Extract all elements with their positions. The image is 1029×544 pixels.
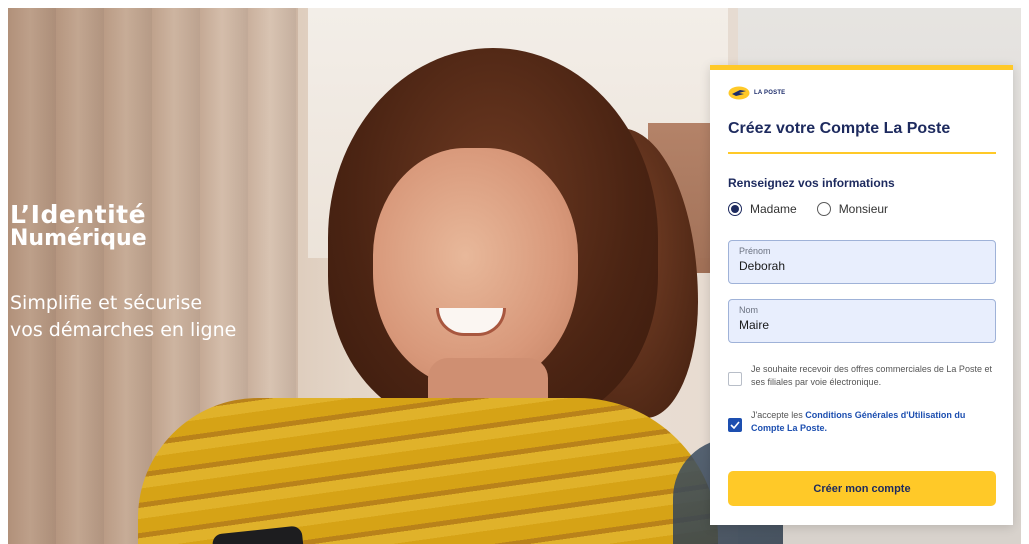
hero-title-line1: L’Identité	[10, 200, 147, 229]
radio-monsieur-indicator[interactable]	[816, 202, 831, 216]
hero-subtitle-line1: Simplifie et sécurise	[10, 292, 203, 314]
first-name-input[interactable]	[739, 259, 985, 273]
last-name-field[interactable]: Nom	[728, 299, 996, 343]
offers-consent-checkbox[interactable]	[728, 372, 742, 386]
offers-consent-row: Je souhaite recevoir des offres commerci…	[728, 363, 998, 389]
hero-subtitle: Simplifie et sécurise vos démarches en l…	[10, 290, 236, 344]
section-title: Renseignez vos informations	[728, 176, 895, 190]
radio-madame[interactable]: Madame	[728, 202, 797, 216]
create-account-button[interactable]: Créer mon compte	[728, 471, 996, 506]
la-poste-bird-icon	[728, 86, 750, 100]
cgu-consent-text: J'accepte les Conditions Générales d'Uti…	[751, 409, 998, 435]
checkmark-icon	[730, 421, 740, 429]
offers-consent-text: Je souhaite recevoir des offres commerci…	[751, 364, 992, 387]
radio-monsieur[interactable]: Monsieur	[816, 202, 889, 216]
last-name-label: Nom	[739, 305, 759, 315]
hero-title-line2: Numérique	[10, 226, 147, 251]
brand-name: LA POSTE	[754, 90, 786, 96]
title-divider	[728, 152, 996, 154]
page: L’Identité Numérique Simplifie et sécuri…	[0, 0, 1029, 544]
radio-madame-indicator[interactable]	[728, 202, 742, 216]
signup-card: LA POSTE Créez votre Compte La Poste Ren…	[710, 65, 1013, 525]
cgu-consent-checkbox[interactable]	[728, 418, 742, 432]
first-name-field[interactable]: Prénom	[728, 240, 996, 284]
face	[373, 148, 578, 388]
la-poste-logo: LA POSTE	[728, 86, 785, 100]
yellow-striped-shirt	[138, 398, 718, 544]
hero-subtitle-line2: vos démarches en ligne	[10, 319, 237, 341]
form-title: Créez votre Compte La Poste	[728, 120, 951, 137]
cgu-consent-row: J'accepte les Conditions Générales d'Uti…	[728, 409, 998, 435]
civility-radio-group: Madame Monsieur	[728, 202, 908, 216]
radio-madame-label: Madame	[750, 202, 797, 216]
last-name-input[interactable]	[739, 318, 985, 332]
radio-monsieur-label: Monsieur	[838, 202, 889, 216]
hero-title: L’Identité Numérique	[10, 202, 147, 250]
first-name-label: Prénom	[739, 246, 771, 256]
cgu-text-prefix: J'accepte les	[751, 410, 806, 420]
